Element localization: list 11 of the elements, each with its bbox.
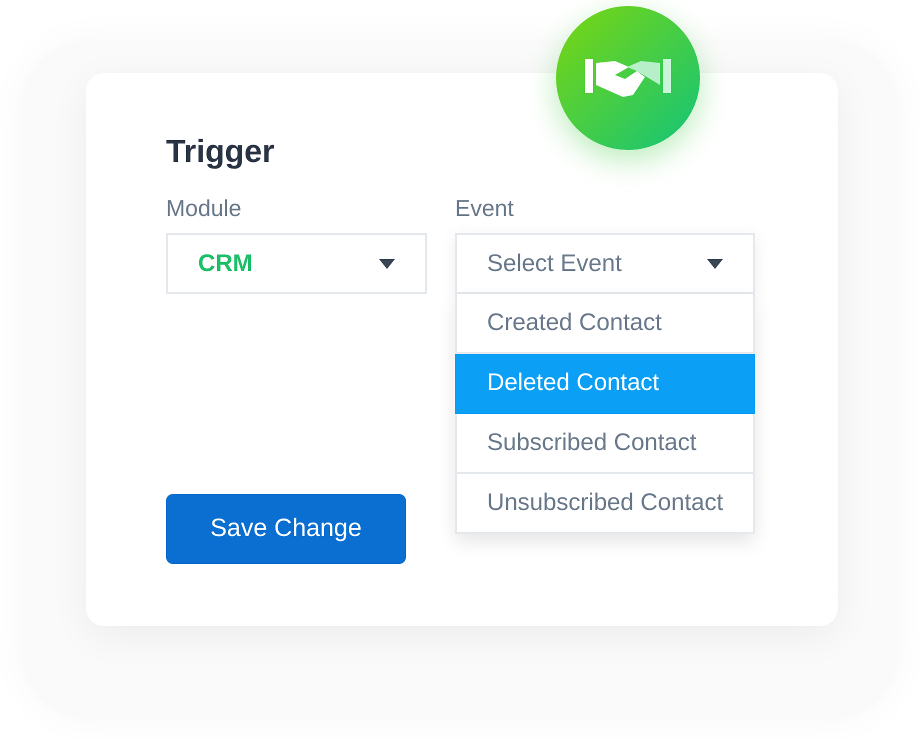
field-label: Event [455,197,514,220]
dropdown-select[interactable]: CRM [166,233,427,294]
caret-icon [379,258,395,268]
form-title: Trigger [166,135,276,167]
dropdown-option[interactable]: Unsubscribed Contact [455,474,755,534]
field-label: Module [166,197,242,220]
dropdown-select[interactable]: Select Event [455,233,755,294]
save-change-button[interactable]: Save Change [166,494,406,564]
dropdown-option[interactable]: Subscribed Contact [455,414,755,474]
caret-icon [707,258,723,268]
dropdown-option[interactable]: Deleted Contact [455,354,755,414]
